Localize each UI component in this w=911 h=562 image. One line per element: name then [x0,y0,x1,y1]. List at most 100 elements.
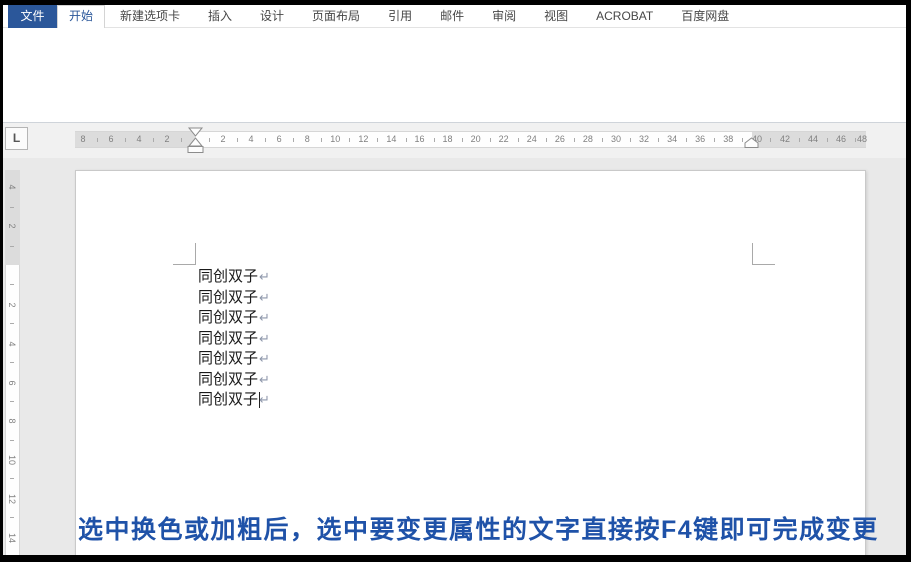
ruler-number: 2 [220,134,225,144]
ruler-tick [125,138,126,142]
ribbon [3,28,907,123]
ruler-number: 12 [7,491,17,507]
line-text: 同创双子 [198,309,258,326]
text-cursor [259,392,260,408]
document-page[interactable] [75,170,866,560]
ruler-tick [10,284,14,285]
paragraph-mark-icon: ↵ [259,290,270,305]
text-boundary-corner-right [752,243,775,265]
ruler-number: 42 [780,134,790,144]
ruler-number: 14 [7,530,17,546]
document-line[interactable]: 同创双子↵ [198,349,270,370]
ruler-tick [10,362,14,363]
ruler-tick [181,138,182,142]
tab-view[interactable]: 视图 [530,5,582,28]
paragraph-mark-icon: ↵ [259,392,270,407]
ruler-tick [518,138,519,142]
ruler-tick [10,323,14,324]
ruler-number: 30 [611,134,621,144]
ruler-number: 6 [7,375,17,391]
ruler-number: 6 [108,134,113,144]
indent-markers[interactable] [187,127,204,154]
paragraph-mark-icon: ↵ [259,269,270,284]
line-text: 同创双子 [198,371,258,388]
ruler-tick [434,138,435,142]
ruler-tick [10,440,14,441]
document-line[interactable]: 同创双子↵ [198,308,270,329]
tab-references[interactable]: 引用 [374,5,426,28]
ruler-tick [770,138,771,142]
ruler-number: 20 [471,134,481,144]
ruler-number: 10 [330,134,340,144]
ruler-number: 2 [7,297,17,313]
tab-new-tab[interactable]: 新建选项卡 [106,5,194,28]
ruler-number: 44 [808,134,818,144]
tab-design[interactable]: 设计 [246,5,298,28]
ruler-number: 8 [305,134,310,144]
ruler-number: 18 [443,134,453,144]
ruler-number: 8 [7,413,17,429]
ruler-tick [602,138,603,142]
tab-page-layout[interactable]: 页面布局 [298,5,374,28]
caption-text: 选中换色或加粗后，选中要变更属性的文字直接按F4键即可完成变更 [78,510,879,546]
tab-mailings[interactable]: 邮件 [426,5,478,28]
ruler-tick [10,246,14,247]
document-line[interactable]: 同创双子↵ [198,329,270,350]
ruler-number: 26 [555,134,565,144]
ruler-number: 14 [386,134,396,144]
ruler-number: 48 [857,134,867,144]
ruler-tick [377,138,378,142]
hanging-indent-marker [189,138,202,146]
ruler-number: 36 [695,134,705,144]
document-line[interactable]: 同创双子↵ [198,267,270,288]
ruler-number: 46 [836,134,846,144]
ruler-number: 6 [277,134,282,144]
tab-file[interactable]: 文件 [8,5,57,28]
tab-home-active[interactable]: 开始 [57,5,105,28]
ruler-tick [630,138,631,142]
frame-left [0,0,3,562]
tab-acrobat[interactable]: ACROBAT [582,5,667,28]
ruler-tick [265,138,266,142]
ruler-tick [574,138,575,142]
ruler-number: 38 [723,134,733,144]
ruler-number: 28 [583,134,593,144]
line-text: 同创双子 [198,268,258,285]
ruler-tick [490,138,491,142]
ruler-number: 4 [7,336,17,352]
ruler-tick [406,138,407,142]
tab-review[interactable]: 审阅 [478,5,530,28]
ruler-tick [209,138,210,142]
tab-stop-selector[interactable]: L [5,127,28,150]
ruler-tick [10,207,14,208]
paragraph-mark-icon: ↵ [259,331,270,346]
ruler-tick [153,138,154,142]
paragraph-mark-icon: ↵ [259,372,270,387]
ruler-number: 10 [7,452,17,468]
ruler-tick [237,138,238,142]
right-indent-marker[interactable] [744,137,759,149]
frame-bottom [0,555,911,562]
ruler-number: 8 [80,134,85,144]
frame-right [906,0,911,562]
ruler-tick [293,138,294,142]
ruler-number: 16 [414,134,424,144]
tab-insert[interactable]: 插入 [194,5,246,28]
line-text: 同创双子 [198,330,258,347]
document-line[interactable]: 同创双子↵ [198,288,270,309]
ruler-tick [827,138,828,142]
first-line-indent-marker [189,128,202,136]
ruler-tick [546,138,547,142]
document-lines[interactable]: 同创双子↵同创双子↵同创双子↵同创双子↵同创双子↵同创双子↵同创双子↵ [198,267,270,411]
document-line[interactable]: 同创双子↵ [198,370,270,391]
ruler-tick [10,478,14,479]
ruler-number: 24 [527,134,537,144]
ruler-left-margin [75,132,195,147]
tab-baidu-netdisk[interactable]: 百度网盘 [667,5,743,28]
ruler-number: 2 [7,218,17,234]
ruler-tick [97,138,98,142]
ruler-number: 4 [136,134,141,144]
paragraph-mark-icon: ↵ [259,351,270,366]
ruler-tick [349,138,350,142]
ruler-tick [855,138,856,142]
